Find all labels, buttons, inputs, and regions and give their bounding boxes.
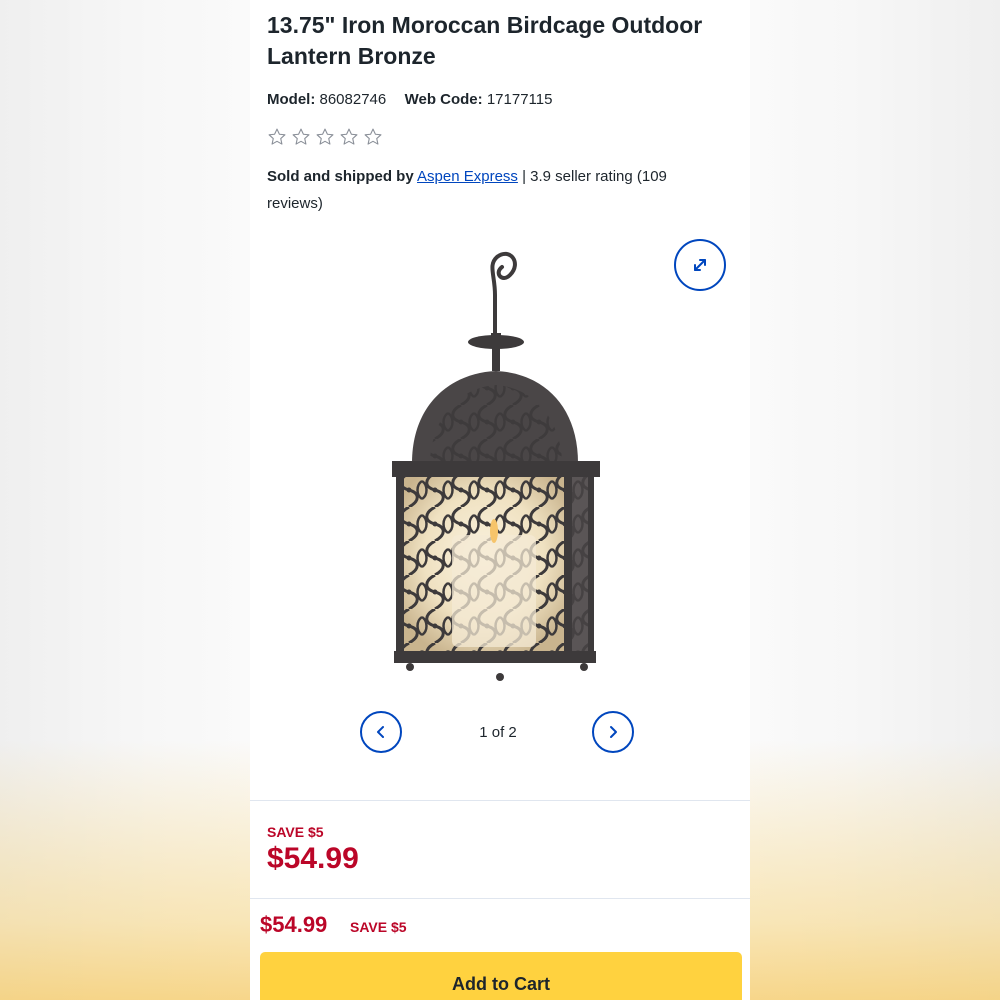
- expand-image-button[interactable]: [674, 239, 726, 291]
- sticky-cart-bar: $54.99 SAVE $5 Add to Cart: [250, 898, 750, 1000]
- sticky-divider: [250, 898, 750, 899]
- save-badge: SAVE $5: [267, 824, 324, 840]
- star-empty-icon: [316, 128, 334, 145]
- divider: [250, 800, 750, 801]
- product-page: 13.75" Iron Moroccan Birdcage Outdoor La…: [250, 0, 750, 1000]
- chevron-right-icon: [610, 726, 617, 738]
- seller-link[interactable]: Aspen Express: [417, 168, 518, 185]
- model-value: 86082746: [319, 91, 387, 108]
- sticky-price: $54.99: [260, 912, 328, 937]
- star-empty-icon: [292, 128, 310, 145]
- expand-arrows-icon: [694, 259, 706, 271]
- star-empty-icon: [364, 128, 382, 145]
- background-right: [750, 0, 1000, 1000]
- product-meta: Model: 86082746 Web Code: 17177115: [267, 91, 552, 108]
- product-price: $54.99: [267, 842, 359, 875]
- carousel-next-button[interactable]: [592, 711, 634, 753]
- product-title: 13.75" Iron Moroccan Birdcage Outdoor La…: [267, 12, 703, 69]
- star-empty-icon: [268, 128, 286, 145]
- background-left: [0, 0, 250, 1000]
- model-label: Model:: [267, 91, 316, 108]
- seller-info: Sold and shipped by Aspen Express | 3.9 …: [267, 163, 722, 217]
- image-counter: 1 of 2: [479, 724, 517, 741]
- webcode-value: 17177115: [486, 91, 553, 108]
- seller-prefix: Sold and shipped by: [267, 168, 414, 185]
- chevron-left-icon: [377, 726, 384, 738]
- rating-stars[interactable]: [267, 127, 383, 147]
- product-image-lantern[interactable]: [370, 235, 630, 690]
- add-to-cart-button[interactable]: Add to Cart: [260, 952, 742, 1000]
- webcode-label: Web Code:: [404, 91, 483, 108]
- carousel-prev-button[interactable]: [360, 711, 402, 753]
- star-empty-icon: [340, 128, 358, 145]
- sticky-save-badge: SAVE $5: [350, 919, 407, 935]
